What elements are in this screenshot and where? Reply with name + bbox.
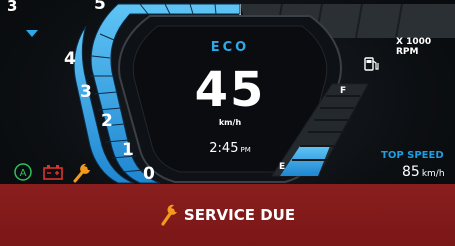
speed-value: 45 <box>194 62 266 118</box>
rpm-scale-label: X 1000 RPM <box>396 37 432 57</box>
clock-time: 2:45 <box>209 141 239 156</box>
service-wrench-icon <box>73 163 90 183</box>
svg-text:A: A <box>20 168 27 179</box>
top-speed-label: TOP SPEED <box>381 150 444 161</box>
fuel-empty-label: E <box>279 162 286 172</box>
rpm-tick-2: 2 <box>101 111 113 131</box>
service-alert-text: SERVICE DUE <box>183 206 296 224</box>
battery-warning-icon <box>43 165 63 180</box>
fuel-full-label: F <box>340 86 347 96</box>
abs-icon: A <box>14 163 32 181</box>
instrument-cluster: A 3 5 4 3 2 1 0 X 1000 RPM ECO 45 km/h 2… <box>0 0 455 246</box>
top-speed-value: 85 <box>402 164 420 180</box>
service-alert-banner: SERVICE DUE <box>0 184 455 246</box>
wrench-icon <box>161 204 177 226</box>
rpm-tick-3: 3 <box>80 82 92 102</box>
fuel-pump-icon <box>364 57 379 71</box>
top-speed-readout: 85 km/h <box>402 164 445 180</box>
gear-down-arrow-icon <box>26 30 38 37</box>
speed-unit: km/h <box>218 118 242 127</box>
clock-meridiem: PM <box>240 146 251 154</box>
rpm-tick-4: 4 <box>64 49 76 69</box>
gear-indicator: 3 <box>7 0 18 15</box>
top-speed-unit: km/h <box>421 169 445 179</box>
clock: 2:45 PM <box>190 141 270 156</box>
rpm-tick-1: 1 <box>122 140 134 160</box>
eco-mode-label: ECO <box>210 40 250 55</box>
rpm-tick-5: 5 <box>94 0 106 14</box>
rpm-tick-0: 0 <box>143 164 155 184</box>
